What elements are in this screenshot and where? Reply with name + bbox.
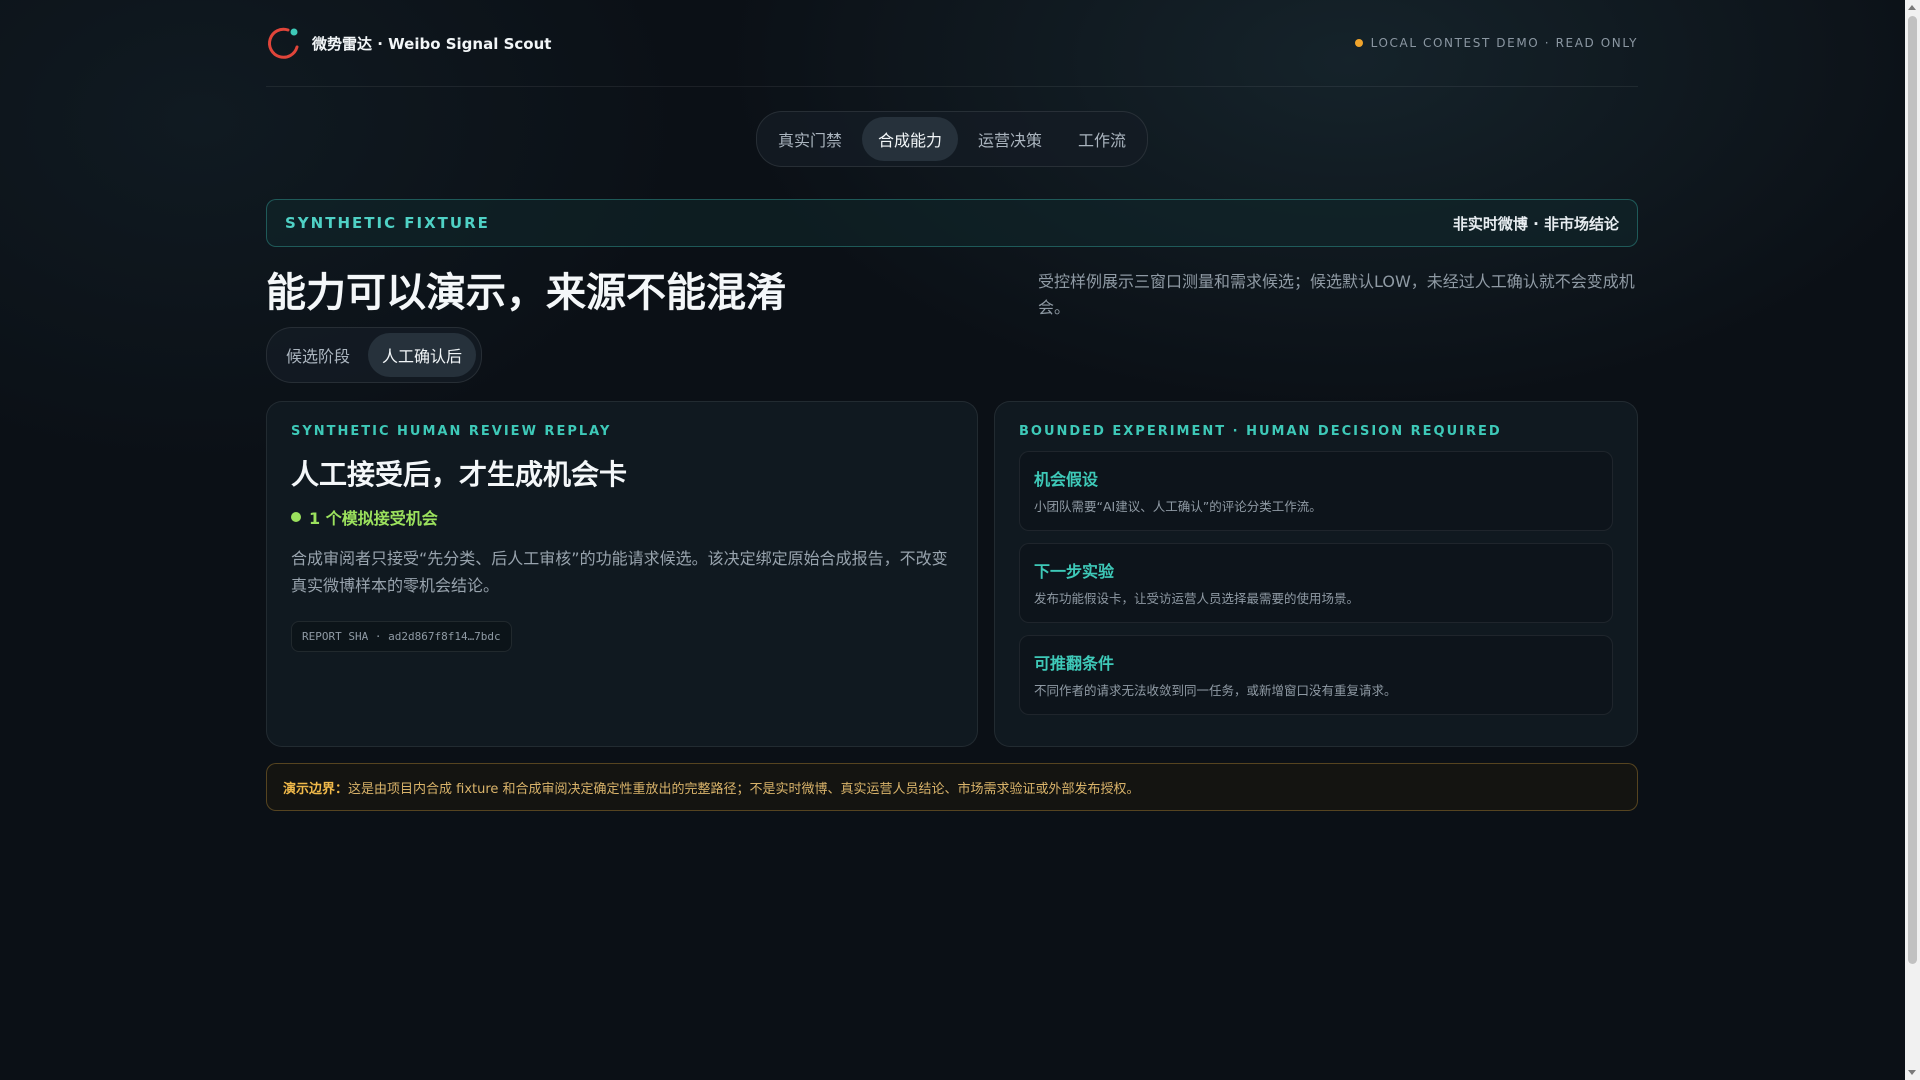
main-container: 微势雷达 · Weibo Signal Scout LOCAL CONTEST …: [266, 0, 1638, 811]
experiment-item-title: 机会假设: [1034, 470, 1099, 489]
note-text: 这是由项目内合成 fixture 和合成审阅决定确定性重放出的完整路径；不是实时…: [348, 781, 1140, 797]
status-indicator: LOCAL CONTEST DEMO · READ ONLY: [1354, 36, 1638, 50]
review-card-kicker: SYNTHETIC HUMAN REVIEW REPLAY: [291, 424, 612, 439]
scroll-down-icon[interactable]: [1908, 1070, 1916, 1075]
review-card-title: 人工接受后，才生成机会卡: [291, 458, 628, 491]
stage-toggle: 候选阶段 人工确认后: [266, 327, 483, 383]
bounded-experiment-card: BOUNDED EXPERIMENT · HUMAN DECISION REQU…: [994, 401, 1638, 747]
tab-bar-wrapper: 真实门禁 合成能力 运营决策 工作流: [266, 111, 1638, 167]
segment-candidate-stage[interactable]: 候选阶段: [272, 333, 364, 377]
experiment-item-next-step: 下一步实验 发布功能假设卡，让受访运营人员选择最需要的使用场景。: [1019, 543, 1613, 623]
review-card-description: 合成审阅者只接受“先分类、后人工审核”的功能请求候选。该决定绑定原始合成报告，不…: [291, 549, 948, 595]
synthetic-fixture-banner: SYNTHETIC FIXTURE 非实时微博 · 非市场结论: [266, 199, 1638, 247]
experiment-item-hypothesis: 机会假设 小团队需要“AI建议、人工确认”的评论分类工作流。: [1019, 451, 1613, 531]
report-sha: REPORT SHA · ad2d867f8f14…7bdc: [291, 621, 512, 652]
scroll-thumb[interactable]: [1908, 16, 1917, 964]
experiment-item-desc: 发布功能假设卡，让受访运营人员选择最需要的使用场景。: [1034, 591, 1360, 606]
hero-description: 受控样例展示三窗口测量和需求候选；候选默认LOW，未经过人工确认就不会变成机会。: [1038, 272, 1635, 317]
tab-operations-decision[interactable]: 运营决策: [962, 117, 1058, 161]
banner-label: SYNTHETIC FIXTURE: [285, 214, 490, 232]
banner-disclaimer: 非实时微博 · 非市场结论: [1452, 214, 1619, 233]
vertical-scrollbar[interactable]: [1905, 0, 1920, 1080]
segment-after-human-confirm[interactable]: 人工确认后: [368, 333, 477, 377]
brand[interactable]: 微势雷达 · Weibo Signal Scout: [266, 25, 551, 61]
status-text: LOCAL CONTEST DEMO · READ ONLY: [1370, 36, 1638, 50]
scroll-up-icon[interactable]: [1908, 5, 1916, 10]
header: 微势雷达 · Weibo Signal Scout LOCAL CONTEST …: [266, 0, 1638, 87]
page-title: 能力可以演示，来源不能混淆: [266, 270, 786, 316]
note-label: 演示边界：: [283, 781, 349, 797]
experiment-item-desc: 小团队需要“AI建议、人工确认”的评论分类工作流。: [1034, 499, 1322, 514]
accepted-opportunity-text: 1 个模拟接受机会: [309, 509, 438, 528]
accepted-opportunity-badge: 1 个模拟接受机会: [291, 505, 953, 529]
tab-workflow[interactable]: 工作流: [1062, 117, 1142, 161]
brand-title: 微势雷达 · Weibo Signal Scout: [312, 34, 552, 53]
experiment-card-kicker: BOUNDED EXPERIMENT · HUMAN DECISION REQU…: [1019, 424, 1502, 439]
experiment-item-title: 下一步实验: [1034, 562, 1115, 581]
experiment-item-falsifiable: 可推翻条件 不同作者的请求无法收敛到同一任务，或新增窗口没有重复请求。: [1019, 635, 1613, 715]
experiment-item-title: 可推翻条件: [1034, 654, 1115, 673]
accepted-dot-icon: [291, 512, 301, 522]
review-replay-card: SYNTHETIC HUMAN REVIEW REPLAY 人工接受后，才生成机…: [266, 401, 978, 747]
hero-section: 能力可以演示，来源不能混淆 候选阶段 人工确认后 受控样例展示三窗口测量和需求候…: [266, 269, 1638, 383]
experiment-item-desc: 不同作者的请求无法收敛到同一任务，或新增窗口没有重复请求。: [1034, 683, 1397, 698]
hero-left: 能力可以演示，来源不能混淆 候选阶段 人工确认后: [266, 269, 786, 383]
tab-bar: 真实门禁 合成能力 运营决策 工作流: [755, 111, 1149, 167]
tab-synthetic-capability[interactable]: 合成能力: [861, 117, 958, 161]
demo-boundary-note: 演示边界： 这是由项目内合成 fixture 和合成审阅决定确定性重放出的完整路…: [266, 763, 1638, 811]
radar-logo-icon: [266, 25, 302, 61]
cards-row: SYNTHETIC HUMAN REVIEW REPLAY 人工接受后，才生成机…: [266, 401, 1638, 747]
tab-real-gate[interactable]: 真实门禁: [762, 117, 858, 161]
status-dot-icon: [1354, 39, 1363, 47]
page: 微势雷达 · Weibo Signal Scout LOCAL CONTEST …: [0, 0, 1920, 1080]
